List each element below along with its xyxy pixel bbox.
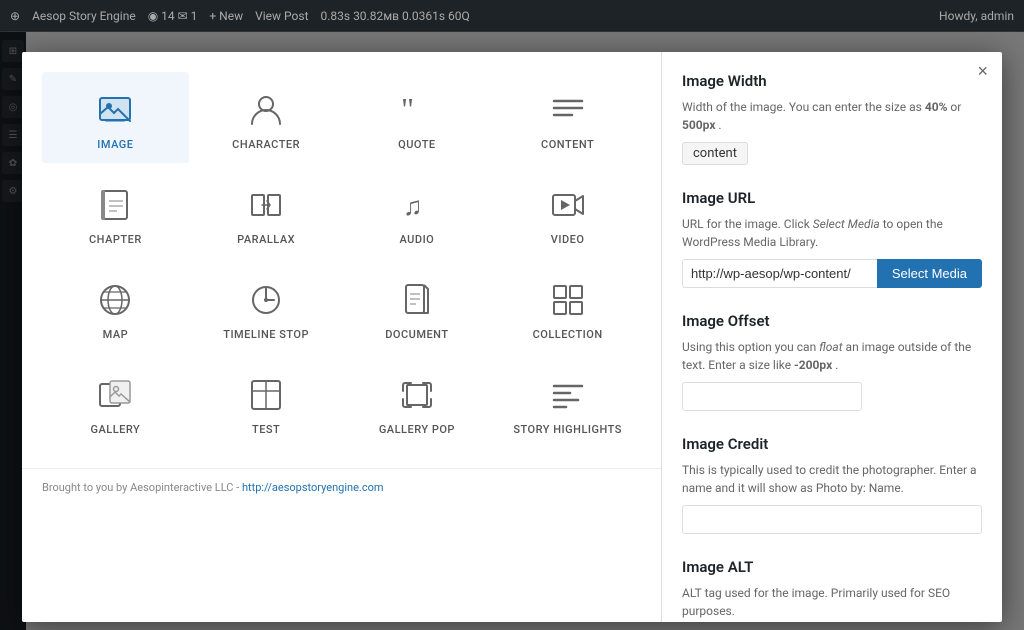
component-item-quote[interactable]: " QUOTE — [344, 72, 491, 163]
story-highlights-icon — [548, 375, 588, 415]
character-icon — [246, 90, 286, 130]
image-credit-desc: This is typically used to credit the pho… — [682, 461, 982, 497]
svg-text:♫: ♫ — [403, 192, 423, 222]
component-item-map[interactable]: MAP — [42, 262, 189, 353]
component-item-gallery-pop[interactable]: GALLERY POP — [344, 357, 491, 448]
admin-bar-howdy: Howdy, admin — [939, 9, 1014, 23]
image-offset-desc: Using this option you can float an image… — [682, 338, 982, 374]
image-alt-section: Image ALT ALT tag used for the image. Pr… — [682, 558, 982, 620]
document-label: DOCUMENT — [385, 328, 448, 341]
component-modal: × — [22, 52, 1002, 622]
image-url-title: Image URL — [682, 189, 982, 207]
content-icon — [548, 90, 588, 130]
image-offset-section: Image Offset Using this option you can f… — [682, 312, 982, 411]
modal-footer: Brought to you by Aesopinteractive LLC -… — [22, 468, 661, 506]
quote-label: QUOTE — [398, 138, 436, 151]
chapter-label: CHAPTER — [89, 233, 142, 246]
video-icon — [548, 185, 588, 225]
image-url-desc: URL for the image. Click Select Media to… — [682, 215, 982, 251]
timeline-stop-icon — [246, 280, 286, 320]
component-item-parallax[interactable]: PARALLAX — [193, 167, 340, 258]
site-name[interactable]: Aesop Story Engine — [32, 9, 136, 23]
map-icon — [95, 280, 135, 320]
gallery-label: GALLERY — [90, 423, 140, 436]
content-label: CONTENT — [541, 138, 594, 151]
audio-label: AUDIO — [399, 233, 434, 246]
image-alt-desc: ALT tag used for the image. Primarily us… — [682, 584, 982, 620]
svg-text:": " — [401, 92, 414, 127]
image-url-input-group: Select Media — [682, 259, 982, 288]
admin-bar: ⊕ Aesop Story Engine ◉ 14 ✉ 1 + New View… — [0, 0, 1024, 32]
component-item-document[interactable]: DOCUMENT — [344, 262, 491, 353]
component-grid-panel: IMAGE CHARACTER — [22, 52, 662, 468]
test-icon — [246, 375, 286, 415]
admin-bar-new[interactable]: + New — [209, 9, 243, 23]
component-item-chapter[interactable]: CHAPTER — [42, 167, 189, 258]
component-item-gallery[interactable]: GALLERY — [42, 357, 189, 448]
gallery-pop-icon — [397, 375, 437, 415]
parallax-label: PARALLAX — [237, 233, 295, 246]
settings-panel: Image Width Width of the image. You can … — [662, 52, 1002, 622]
modal-overlay: × — [0, 32, 1024, 630]
image-alt-title: Image ALT — [682, 558, 982, 576]
image-width-section: Image Width Width of the image. You can … — [682, 72, 982, 165]
modal-close-button[interactable]: × — [977, 62, 988, 80]
test-label: TEST — [252, 423, 280, 436]
timeline-stop-label: TIMELINE STOP — [223, 328, 309, 341]
component-grid: IMAGE CHARACTER — [42, 72, 641, 448]
image-credit-title: Image Credit — [682, 435, 982, 453]
video-label: VIDEO — [551, 233, 585, 246]
quote-icon: " — [397, 90, 437, 130]
character-label: CHARACTER — [232, 138, 300, 151]
component-item-content[interactable]: CONTENT — [494, 72, 641, 163]
chapter-icon — [95, 185, 135, 225]
image-offset-input[interactable] — [682, 382, 862, 411]
footer-text: Brought to you by Aesopinteractive LLC - — [42, 481, 242, 494]
image-width-desc: Width of the image. You can enter the si… — [682, 98, 982, 134]
image-credit-input[interactable] — [682, 505, 982, 534]
document-icon — [397, 280, 437, 320]
component-panel-wrapper: IMAGE CHARACTER — [22, 52, 662, 622]
image-credit-section: Image Credit This is typically used to c… — [682, 435, 982, 534]
parallax-icon — [246, 185, 286, 225]
audio-icon: ♫ — [397, 185, 437, 225]
gallery-pop-label: GALLERY POP — [379, 423, 455, 436]
story-highlights-label: STORY HIGHLIGHTS — [513, 423, 622, 436]
component-item-image[interactable]: IMAGE — [42, 72, 189, 163]
wp-logo-icon: ⊕ — [10, 9, 20, 23]
image-url-section: Image URL URL for the image. Click Selec… — [682, 189, 982, 288]
image-url-input[interactable] — [682, 259, 877, 288]
admin-bar-perf: 0.83s 30.82мв 0.0361s 60Q — [321, 9, 470, 23]
map-label: MAP — [103, 328, 129, 341]
image-width-value: content — [682, 142, 748, 165]
image-label: IMAGE — [97, 138, 133, 151]
component-item-timeline-stop[interactable]: TIMELINE STOP — [193, 262, 340, 353]
collection-label: COLLECTION — [533, 328, 603, 341]
select-media-button[interactable]: Select Media — [877, 259, 982, 288]
footer-link[interactable]: http://aesopstoryengine.com — [242, 481, 384, 494]
image-offset-title: Image Offset — [682, 312, 982, 330]
image-icon — [95, 90, 135, 130]
component-item-character[interactable]: CHARACTER — [193, 72, 340, 163]
gallery-icon — [95, 375, 135, 415]
component-item-collection[interactable]: COLLECTION — [494, 262, 641, 353]
collection-icon — [548, 280, 588, 320]
component-item-audio[interactable]: ♫ AUDIO — [344, 167, 491, 258]
component-item-video[interactable]: VIDEO — [494, 167, 641, 258]
admin-bar-stats: ◉ 14 ✉ 1 — [148, 9, 198, 23]
admin-bar-view-post[interactable]: View Post — [255, 9, 308, 23]
component-item-test[interactable]: TEST — [193, 357, 340, 448]
image-width-title: Image Width — [682, 72, 982, 90]
component-item-story-highlights[interactable]: STORY HIGHLIGHTS — [494, 357, 641, 448]
